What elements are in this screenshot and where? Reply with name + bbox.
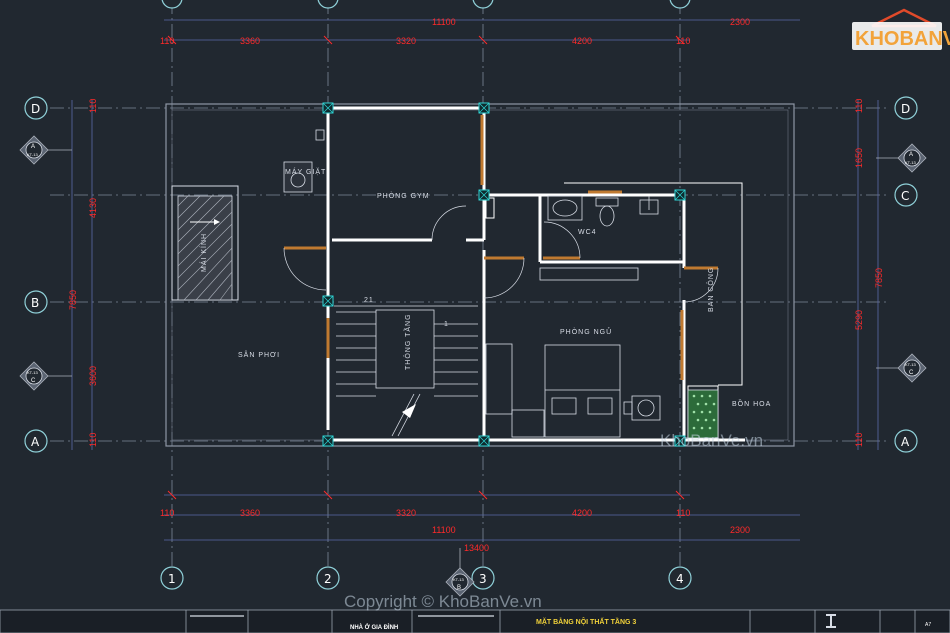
dim-bot-overall: 13400 [464,543,489,553]
axis-label-right-c: C [901,189,909,203]
dim-right-seg-4: 110 [854,433,864,447]
column-crosses [322,102,686,447]
dim-right-total: 7850 [874,268,884,288]
section-mark-left-bottom: KT-13 C [19,361,72,391]
dim-bot-seg-4: 4200 [572,508,592,518]
dim-bot-seg-2: 3360 [240,508,260,518]
dim-bot-seg-3: 3320 [396,508,416,518]
section-letter: A [31,144,35,150]
section-code: KT-13 [905,362,916,367]
axis-label-right-d: D [901,102,910,116]
dim-top-extra: 2300 [730,17,750,27]
axis-label-4: 4 [676,572,684,586]
brand-logo: KHOBANVE [852,8,950,50]
section-mark-right-top: A KT-13 [876,143,927,173]
section-letter: A [909,152,913,158]
axis-label-left-a: A [31,435,40,449]
dim-top-seg-1: 110 [160,36,174,46]
section-letter: C [909,370,914,376]
section-code: KT-13 [27,370,38,375]
dim-right-seg-1: 110 [854,99,864,113]
section-code: KT-13 [27,152,38,157]
structural-columns [322,102,686,447]
section-mark-left-top: A KT-13 [19,135,72,165]
section-code: KT-13 [905,160,916,165]
room-drying-label: SÂN PHƠI [238,350,280,359]
room-duct-label: BAN CÔNG [706,267,715,312]
washer-outline [283,161,313,193]
dimension-ticks [167,35,685,500]
dim-top-seg-2: 3360 [240,36,260,46]
door-leaves [284,115,718,380]
axis-label-left-d: D [31,102,40,116]
title-block [0,609,950,633]
axis-label-3: 3 [479,572,487,586]
dim-left-seg-2: 4130 [88,198,98,218]
room-gym-label: PHÒNG GYM [377,191,430,200]
room-bedroom-label: PHÒNG NGỦ [560,327,612,336]
axis-label-left-b: B [31,296,39,310]
stair-start-label: 1 [444,321,449,328]
dim-left-seg-4: 110 [88,433,98,447]
dim-top-seg-5: 110 [676,36,690,46]
axis-label-2: 2 [324,572,332,586]
axis-bubbles-top [161,0,691,9]
cad-drawing-canvas: 11100 2300 110 3360 3320 4200 110 110 33… [0,0,950,633]
room-planter-label: BỒN HOA [732,398,771,408]
room-washer-label: MÁY GIẶT [285,167,326,176]
dim-left-seg-3: 3600 [88,366,98,386]
watermark-copyright: Copyright © KhoBanVe.vn [344,592,542,611]
dim-right-seg-2: 1650 [854,148,864,168]
section-code: KT-13 [453,577,464,582]
floor-plan-svg: 11100 2300 110 3360 3320 4200 110 110 33… [0,0,950,633]
dim-bot-total: 11100 [432,525,456,535]
watermark-site: KhoBanVe.vn [660,431,763,450]
sheet-code: A7 [925,622,931,628]
dim-top-seg-4: 4200 [572,36,592,46]
room-wc-label: WC4 [578,229,597,236]
door-swings [283,205,719,303]
section-letter: C [31,378,36,384]
room-skylight-label: MÁI KÍNH [199,233,208,272]
walls [326,106,745,442]
dim-bot-seg-5: 110 [676,508,690,518]
dim-left-seg-1: 110 [88,99,98,113]
drain-box [315,129,325,141]
logo-text: KHOBANVE [855,28,950,50]
axis-label-1: 1 [168,572,176,586]
section-letter: B [457,585,461,591]
dim-top-total: 11100 [432,17,456,27]
room-void-label: THÔNG TẦNG [402,313,412,370]
project-name: NHÀ Ở GIA ĐÌNH [350,623,398,631]
bedroom-furniture [485,343,661,438]
stair-count-label: 21 [364,297,374,304]
dim-right-seg-3: 5290 [854,310,864,330]
dim-bot-extra: 2300 [730,525,750,535]
dim-left-total: 7850 [68,290,78,310]
axis-label-right-a: A [901,435,910,449]
section-mark-bottom: KT-13 B [445,548,475,597]
dim-top-seg-3: 3320 [396,36,416,46]
section-mark-right-bottom: KT-13 C [876,353,927,383]
stair-arrow [402,404,416,418]
wc-fixtures [539,195,659,281]
axis-grid [50,0,890,566]
dim-bot-seg-1: 110 [160,508,174,518]
